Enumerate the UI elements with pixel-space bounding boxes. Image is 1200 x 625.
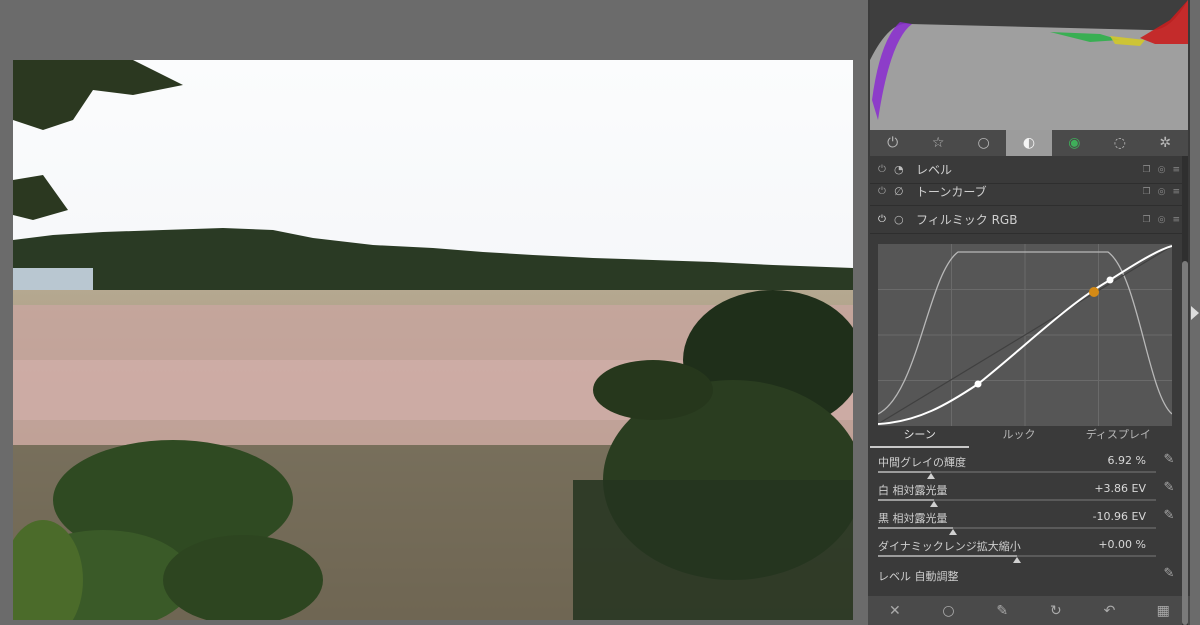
slider-handle[interactable]: [926, 473, 935, 479]
color-picker-icon[interactable]: ✎: [1160, 452, 1178, 470]
tone-icon: ◐: [1022, 135, 1036, 151]
module-actions: ❐ ◎ ≡: [1143, 187, 1180, 197]
power-toggle-icon[interactable]: ⏻: [878, 214, 894, 225]
slider-handle[interactable]: [1013, 557, 1021, 563]
slider-white-exposure[interactable]: 白 相対露光量 +3.86 EV ✎: [878, 480, 1178, 508]
presets-icon[interactable]: ≡: [1172, 187, 1180, 197]
reset-icon[interactable]: ◎: [1158, 165, 1166, 175]
refresh-icon[interactable]: ↻: [1029, 603, 1083, 619]
slider-track[interactable]: [878, 499, 1156, 507]
power-toggle-icon[interactable]: ⏻: [878, 186, 894, 197]
scrollbar-thumb[interactable]: [1182, 261, 1188, 625]
chevron-right-icon[interactable]: [1191, 306, 1199, 320]
module-name: フィルミック RGB: [916, 213, 1018, 227]
subtab-look[interactable]: ルック: [969, 424, 1068, 448]
slider-handle[interactable]: [929, 501, 938, 507]
slider-track[interactable]: [878, 471, 1156, 479]
slider-value: 6.92 %: [1107, 454, 1146, 467]
presets-icon[interactable]: ≡: [1172, 165, 1180, 175]
tab-correct[interactable]: ◌: [1097, 130, 1142, 156]
module-tonecurve[interactable]: ⏻ ∅ トーンカーブ ❐ ◎ ≡: [870, 178, 1188, 206]
color-icon: ◉: [1068, 135, 1081, 151]
reset-icon[interactable]: ◎: [1158, 215, 1166, 225]
effect-icon: ✲: [1159, 135, 1172, 151]
power-toggle-icon[interactable]: ⏻: [878, 164, 894, 175]
pen-icon[interactable]: ✎: [975, 603, 1029, 619]
slider-label: ダイナミックレンジ拡大縮小: [878, 540, 1021, 553]
tab-power[interactable]: ⏻: [870, 130, 915, 156]
slider-fill: [878, 499, 934, 501]
presets-icon[interactable]: ≡: [1172, 215, 1180, 225]
reset-icon[interactable]: ✕: [868, 603, 922, 619]
slider-track[interactable]: [878, 555, 1156, 563]
tab-color[interactable]: ◉: [1052, 130, 1097, 156]
color-picker-icon[interactable]: ✎: [1160, 566, 1178, 584]
tab-basic[interactable]: ○: [961, 130, 1006, 156]
slider-black-exposure[interactable]: 黒 相対露光量 -10.96 EV ✎: [878, 508, 1178, 536]
filmic-icon: ○: [894, 213, 904, 226]
multi-instance-icon[interactable]: ❐: [1143, 187, 1151, 197]
module-bottom-toolbar: ✕ ○ ✎ ↻ ↶ ▦: [868, 596, 1190, 625]
darkroom-right-panel: ⏻ ☆ ○ ◐ ◉ ◌ ✲ ⏻ ◔ レベル ❐ ◎ ≡ ⏻ ∅ トーンカーブ ❐ ◎ ≡…: [868, 0, 1190, 625]
module-actions: ❐ ◎ ≡: [1143, 215, 1180, 225]
subtab-scene[interactable]: シーン: [870, 424, 970, 448]
slider-label: 白 相対露光量: [878, 484, 948, 497]
tab-tone[interactable]: ◐: [1006, 130, 1052, 156]
image-canvas[interactable]: [0, 0, 868, 625]
star-icon: ☆: [931, 135, 945, 151]
slider-fill: [878, 471, 931, 473]
slider-track[interactable]: [878, 527, 1156, 535]
slider-label: 黒 相対露光量: [878, 512, 948, 525]
slider-value: -10.96 EV: [1092, 510, 1146, 523]
filmic-subtabs: シーン ルック ディスプレイ: [870, 424, 1168, 448]
correct-icon: ◌: [1113, 135, 1126, 151]
slider-middle-grey[interactable]: 中間グレイの輝度 6.92 % ✎: [878, 452, 1178, 480]
color-picker-icon[interactable]: ✎: [1160, 508, 1178, 526]
module-name: トーンカーブ: [916, 185, 987, 199]
auto-tune-levels-row[interactable]: レベル 自動調整 ✎: [878, 566, 1178, 588]
photo-preview: [13, 60, 853, 620]
tab-favorites[interactable]: ☆: [915, 130, 960, 156]
slider-value: +3.86 EV: [1094, 482, 1146, 495]
module-filmic[interactable]: ⏻ ○ フィルミック RGB ❐ ◎ ≡: [870, 206, 1188, 234]
multi-instance-icon[interactable]: ❐: [1143, 215, 1151, 225]
tab-effects[interactable]: ✲: [1143, 130, 1188, 156]
slider-dynamic-range-scaling[interactable]: ダイナミックレンジ拡大縮小 +0.00 %: [878, 536, 1178, 564]
color-picker-icon[interactable]: ✎: [1160, 480, 1178, 498]
undo-icon[interactable]: ↶: [1083, 603, 1137, 619]
slider-fill: [878, 527, 954, 529]
auto-tune-label: レベル 自動調整: [878, 570, 959, 583]
slider-handle[interactable]: [949, 529, 958, 535]
slider-label: 中間グレイの輝度: [878, 456, 966, 469]
collapse-right-panel-arrow[interactable]: [1190, 0, 1200, 625]
module-name: レベル: [916, 163, 953, 177]
filmic-curve-graph[interactable]: [878, 244, 1172, 426]
power-icon: ⏻: [887, 135, 899, 151]
slider-value: +0.00 %: [1098, 538, 1146, 551]
circle-icon[interactable]: ○: [922, 603, 976, 619]
circle-icon: ○: [977, 135, 990, 151]
slider-fill: [878, 555, 1017, 557]
levels-icon: ◔: [894, 163, 904, 176]
histogram[interactable]: [870, 0, 1188, 130]
subtab-display[interactable]: ディスプレイ: [1069, 424, 1168, 448]
tonecurve-icon: ∅: [894, 185, 904, 198]
module-group-tabs: ⏻ ☆ ○ ◐ ◉ ◌ ✲: [870, 130, 1188, 156]
filmic-curve-area: [870, 236, 1188, 452]
reset-icon[interactable]: ◎: [1158, 187, 1166, 197]
panel-scrollbar[interactable]: [1182, 156, 1188, 625]
module-actions: ❐ ◎ ≡: [1143, 165, 1180, 175]
multi-instance-icon[interactable]: ❐: [1143, 165, 1151, 175]
